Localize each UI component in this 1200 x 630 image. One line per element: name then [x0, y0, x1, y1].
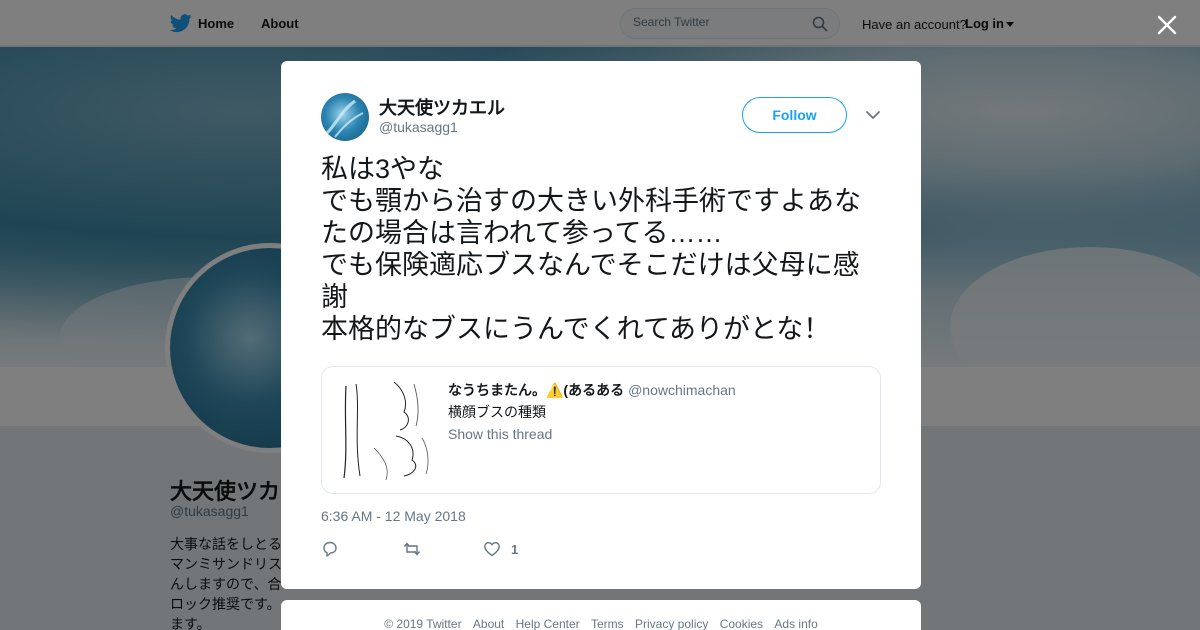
retweet-icon — [403, 542, 421, 556]
footer-link-help-center[interactable]: Help Center — [516, 617, 580, 630]
show-thread-link[interactable]: Show this thread — [448, 426, 552, 442]
chevron-down-icon[interactable] — [865, 108, 881, 122]
tweet-text-line: 謝 — [321, 282, 348, 312]
quoted-tweet-image — [334, 378, 438, 482]
tweet-text-line: でも保険適応ブスなんでそこだけは父母に感 — [321, 250, 860, 280]
tweet-modal: 大天使ツカエル @tukasagg1 Follow 私は3やな でも顎から治すの… — [281, 61, 921, 589]
footer-link-terms[interactable]: Terms — [591, 617, 624, 630]
retweet-button[interactable] — [403, 539, 421, 559]
reply-icon — [323, 541, 337, 557]
tweet-text-line: 私は3やな — [321, 154, 445, 184]
quoted-tweet-text: 横顔ブスの種類 — [448, 404, 546, 420]
footer-link-about[interactable]: About — [473, 617, 504, 630]
tweet-timestamp[interactable]: 6:36 AM - 12 May 2018 — [321, 508, 466, 524]
like-count: 1 — [511, 541, 519, 557]
tweet-text: 私は3やな でも顎から治すの大きい外科手術ですよあな たの場合は言われて参ってる… — [321, 153, 891, 345]
footer-copyright: © 2019 Twitter — [384, 617, 462, 630]
reply-button[interactable] — [321, 539, 339, 559]
author-name[interactable]: 大天使ツカエル — [379, 94, 505, 120]
tweet-text-line: 本格的なブスにうんでくれてありがとな！ — [321, 314, 831, 344]
quoted-author-handle: @nowchimachan — [628, 382, 736, 398]
footer-link-ads-info[interactable]: Ads info — [774, 617, 817, 630]
quoted-tweet-card[interactable]: なうちまたん。⚠️(あるある @nowchimachan 横顔ブスの種類 Show… — [321, 366, 881, 494]
sketch-drawing — [343, 381, 429, 481]
heart-icon — [484, 542, 500, 557]
tweet-text-line: たの場合は言われて参ってる…… — [321, 218, 723, 248]
tweet-text-line: でも顎から治すの大きい外科手術ですよあな — [321, 186, 861, 216]
footer-link-privacy-policy[interactable]: Privacy policy — [635, 617, 708, 630]
author-handle[interactable]: @tukasagg1 — [379, 119, 458, 135]
footer: © 2019 Twitter About Help Center Terms P… — [281, 600, 921, 630]
close-icon[interactable] — [1155, 13, 1179, 37]
avatar[interactable] — [321, 93, 369, 141]
footer-link-cookies[interactable]: Cookies — [720, 617, 763, 630]
like-button[interactable]: 1 — [483, 539, 518, 559]
quoted-author: なうちまたん。⚠️(あるある @nowchimachan — [448, 380, 736, 400]
follow-button[interactable]: Follow — [742, 97, 847, 133]
quoted-author-name: なうちまたん。⚠️(あるある — [448, 382, 625, 398]
avatar-pattern — [325, 99, 364, 138]
